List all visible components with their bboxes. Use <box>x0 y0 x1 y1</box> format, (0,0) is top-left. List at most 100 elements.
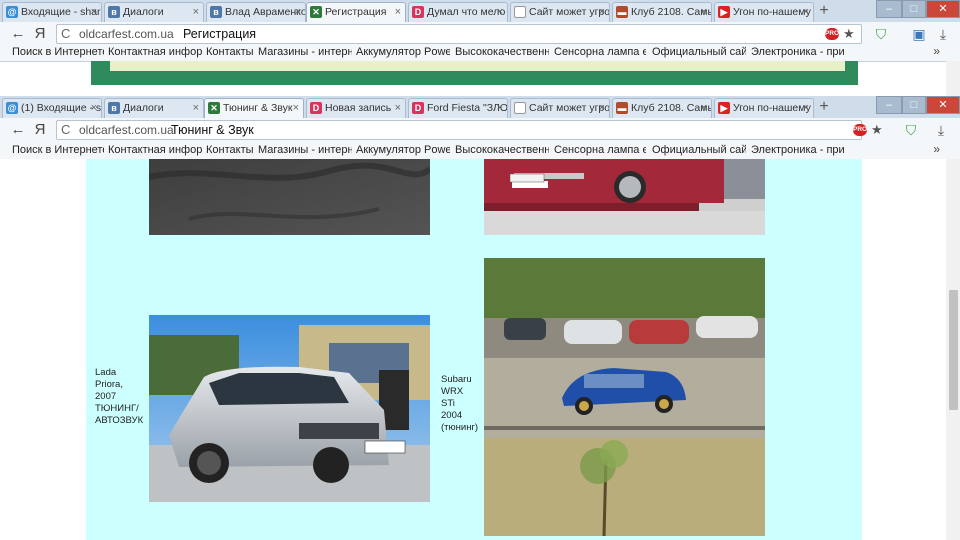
front-tab-4[interactable]: D Новая запись × <box>306 98 406 118</box>
reload-icon[interactable]: C <box>61 121 70 139</box>
more-bookmarks-icon[interactable]: » <box>933 44 940 58</box>
close-tab-icon[interactable]: × <box>803 99 809 118</box>
bookmark-item[interactable]: Высококачественн <box>455 142 549 158</box>
back-tab-1[interactable]: @ Входящие - shar × <box>2 2 102 22</box>
close-tab-icon[interactable]: × <box>497 99 503 118</box>
photo-red-volvo[interactable] <box>484 159 765 235</box>
close-tab-icon[interactable]: × <box>395 99 401 118</box>
close-tab-icon[interactable]: × <box>91 99 97 118</box>
address-bar[interactable]: C oldcarfest.com.ua Регистрация PRO ★ <box>56 24 862 44</box>
bookmark-item[interactable]: Контакты <box>206 142 254 158</box>
back-button[interactable]: ← <box>8 120 28 140</box>
close-window-button[interactable]: ✕ <box>926 96 960 114</box>
bookmark-item[interactable]: Поиск в Интернете <box>12 44 104 60</box>
bookmark-item[interactable]: Официальный сайт <box>652 142 746 158</box>
bookmark-star-icon[interactable]: ★ <box>843 25 855 43</box>
shield-icon[interactable]: ⛉ <box>872 25 890 43</box>
minimize-button[interactable]: – <box>876 96 902 114</box>
page-title: Регистрация <box>183 27 257 41</box>
yandex-button[interactable]: Я <box>30 120 50 140</box>
bookmark-item[interactable]: Аккумулятор Power <box>356 142 450 158</box>
close-tab-icon[interactable]: × <box>395 3 401 22</box>
bookmark-item[interactable]: Контакты <box>206 44 254 60</box>
bookmark-item[interactable]: Официальный сайт <box>652 44 746 60</box>
bookmark-star-icon[interactable]: ★ <box>871 121 883 139</box>
back-browser-window: @ Входящие - shar × в Диалоги × в Влад Авр… <box>0 0 960 96</box>
photo-asphalt[interactable] <box>149 159 430 235</box>
maximize-button[interactable]: □ <box>902 0 926 18</box>
close-tab-icon[interactable]: × <box>295 3 301 22</box>
pro-badge-icon[interactable]: PRO <box>825 28 839 40</box>
bookmark-item[interactable]: Электроника - прим <box>751 44 845 60</box>
bookmark-item[interactable]: Сенсорна лампа ел <box>554 44 646 60</box>
close-tab-icon[interactable]: × <box>497 3 503 22</box>
back-tab-5[interactable]: D Думал что мело × <box>408 2 508 22</box>
front-bookmarks-bar: Поиск в Интернете Контактная информ Конт… <box>0 142 960 160</box>
drive2-icon: D <box>412 102 424 114</box>
back-scrollbar[interactable] <box>946 61 960 96</box>
image-icon[interactable]: ▣ <box>910 25 928 43</box>
caption-subaru: Subaru WRX STi 2004 (тюнинг) <box>441 374 479 433</box>
front-tab-7[interactable]: ▬ Клуб 2108. Самы × <box>612 98 712 118</box>
scrollbar-thumb[interactable] <box>949 290 958 410</box>
page-icon <box>514 6 526 18</box>
front-tab-5[interactable]: D Ford Fiesta "ЗЛО × <box>408 98 508 118</box>
close-tab-icon[interactable]: × <box>599 99 605 118</box>
maximize-button[interactable]: □ <box>902 96 926 114</box>
new-tab-button[interactable]: + <box>814 2 834 20</box>
bookmark-item[interactable]: Сенсорна лампа ел <box>554 142 646 158</box>
close-tab-icon[interactable]: × <box>91 3 97 22</box>
bookmark-item[interactable]: Контактная информ <box>108 44 202 60</box>
close-tab-icon[interactable]: × <box>701 99 707 118</box>
new-tab-button[interactable]: + <box>814 98 834 116</box>
close-tab-icon[interactable]: × <box>599 3 605 22</box>
close-tab-icon[interactable]: × <box>701 3 707 22</box>
address-bar[interactable]: C oldcarfest.com.ua Тюнинг & Звук PRO ★ <box>56 120 883 140</box>
pro-badge-icon[interactable]: PRO <box>853 124 867 136</box>
close-tab-icon[interactable]: × <box>293 99 299 118</box>
bookmark-item[interactable]: Магазины - интерн <box>258 142 352 158</box>
back-tab-8[interactable]: ▶ Угон по-нашему × <box>714 2 814 22</box>
minimize-button[interactable]: – <box>876 0 902 18</box>
bookmark-item[interactable]: Аккумулятор Power <box>356 44 450 60</box>
back-bookmarks-bar: Поиск в Интернете Контактная информ Конт… <box>0 44 960 62</box>
back-tab-3[interactable]: в Влад Авраменко × <box>206 2 306 22</box>
close-tab-icon[interactable]: × <box>193 99 199 118</box>
front-tab-3[interactable]: ✕ Тюнинг & Звук × <box>204 98 304 118</box>
close-tab-icon[interactable]: × <box>193 3 199 22</box>
back-button[interactable]: ← <box>8 24 28 44</box>
front-tab-2[interactable]: в Диалоги × <box>104 98 204 118</box>
bookmark-item[interactable]: Поиск в Интернете <box>12 142 104 158</box>
drive2-icon: D <box>412 6 424 18</box>
bookmark-item[interactable]: Высококачественн <box>455 44 549 60</box>
front-tab-6[interactable]: Сайт может угро × <box>510 98 610 118</box>
download-icon[interactable]: ⤓ <box>934 25 952 43</box>
club-icon: ▬ <box>616 102 628 114</box>
front-tab-1[interactable]: @ (1) Входящие - sl × <box>2 98 102 118</box>
photo-lada-priora[interactable] <box>149 315 430 502</box>
page-left-margin <box>0 159 86 540</box>
photo-subaru-wrx[interactable] <box>484 258 765 536</box>
back-tab-7[interactable]: ▬ Клуб 2108. Самы × <box>612 2 712 22</box>
silver-car-image <box>149 315 430 502</box>
back-tab-4[interactable]: ✕ Регистрация × <box>306 2 406 22</box>
bookmark-item[interactable]: Электроника - прим <box>751 142 845 158</box>
mail-icon: @ <box>6 102 18 114</box>
bookmark-item[interactable]: Контактная информ <box>108 142 202 158</box>
bookmark-item[interactable]: Магазины - интерн <box>258 44 352 60</box>
reload-icon[interactable]: C <box>61 25 70 43</box>
yandex-button[interactable]: Я <box>30 24 50 44</box>
close-tab-icon[interactable]: × <box>803 3 809 22</box>
page-right-margin <box>862 159 946 540</box>
back-tab-2[interactable]: в Диалоги × <box>104 2 204 22</box>
more-bookmarks-icon[interactable]: » <box>933 142 940 156</box>
blue-car-image <box>484 258 765 536</box>
back-tab-6[interactable]: Сайт может угро × <box>510 2 610 22</box>
close-window-button[interactable]: ✕ <box>926 0 960 18</box>
page-title: Тюнинг & Звук <box>171 123 254 137</box>
front-tab-8[interactable]: ▶ Угон по-нашему × <box>714 98 814 118</box>
mail-icon: @ <box>6 6 18 18</box>
shield-icon[interactable]: ⛉ <box>902 121 920 139</box>
download-icon[interactable]: ⤓ <box>932 121 950 139</box>
front-tab-strip: @ (1) Входящие - sl × в Диалоги × ✕ Тюнинг… <box>0 96 960 118</box>
